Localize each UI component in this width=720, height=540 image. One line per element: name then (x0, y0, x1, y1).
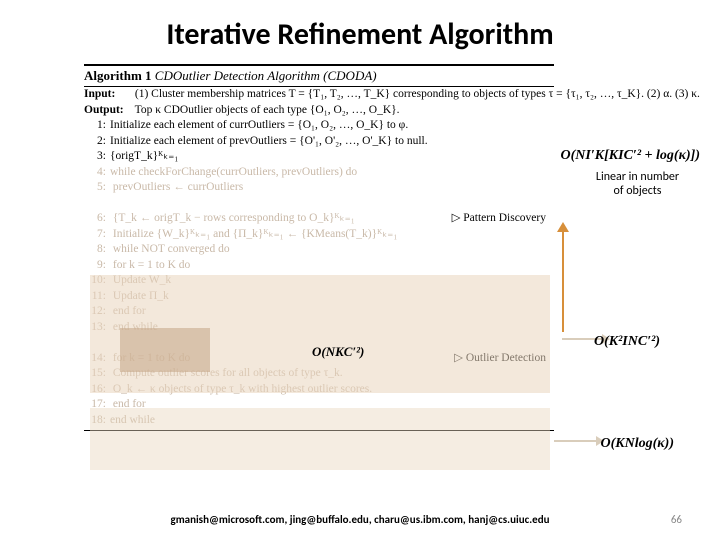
line-text: for k = 1 to K do (110, 352, 190, 364)
line-text: Initialize {W_k}ᴷₖ₌₁ and {Π_k}ᴷₖ₌₁ ← {KM… (110, 228, 397, 240)
algorithm-name: CDOutlier Detection Algorithm (CDODA) (152, 68, 377, 83)
line-number: 14: (84, 351, 106, 367)
line-text: for k = 1 to K do (110, 259, 190, 271)
line-number: 16: (84, 382, 106, 398)
line-side-comment: ▷ Outlier Detection (454, 351, 546, 367)
line-number: 5: (84, 180, 106, 196)
algo-line: 13: end while (84, 320, 554, 336)
complexity-inner: O(NKC′²) (312, 344, 364, 360)
algorithm-header: Algorithm 1 CDOutlier Detection Algorith… (84, 66, 554, 86)
algo-line: 5: prevOutliers ← currOutliers (84, 180, 554, 196)
output-line: Output: Top κ CDOutlier objects of each … (84, 103, 554, 119)
line-text: prevOutliers ← currOutliers (110, 181, 243, 193)
footer-emails: gmanish@microsoft.com, jing@buffalo.edu,… (0, 513, 720, 526)
line-number: 3: (84, 149, 106, 165)
line-text: {T_k ← origT_k − rows corresponding to O… (110, 212, 355, 224)
line-text: {origT_k}ᴷₖ₌₁ (110, 150, 178, 162)
algo-line: 10: Update W_k (84, 273, 554, 289)
complexity-pattern: O(K²INC′²) (594, 334, 660, 350)
line-number: 13: (84, 320, 106, 336)
algorithm-number: Algorithm 1 (84, 68, 152, 83)
line-text: end for (110, 305, 146, 317)
complexity-outlier: O(KNlog(κ)) (600, 436, 674, 452)
algo-line: 9: for k = 1 to K do (84, 258, 554, 274)
line-number: 1: (84, 118, 106, 134)
input-line: Input: (1) Cluster membership matrices T… (84, 87, 554, 103)
algo-line: 3: {origT_k}ᴷₖ₌₁ (84, 149, 554, 165)
line-number: 10: (84, 273, 106, 289)
algo-line: 2: Initialize each element of prevOutlier… (84, 134, 554, 150)
line-text: Update Π_k (110, 290, 169, 302)
algorithm-box: Algorithm 1 CDOutlier Detection Algorith… (84, 64, 554, 431)
line-number: 7: (84, 227, 106, 243)
line-number: 12: (84, 304, 106, 320)
line-number: 8: (84, 242, 106, 258)
output-text: Top κ CDOutlier objects of each type {O₁… (132, 104, 400, 116)
algo-line: 16: O_k ← κ objects of type τ_k with hig… (84, 382, 554, 398)
line-number: 15: (84, 366, 106, 382)
arrow-up-icon (562, 232, 564, 332)
algo-line (84, 196, 554, 212)
line-text: end for (110, 398, 146, 410)
input-label: Input: (84, 87, 132, 103)
rule-bot (84, 430, 554, 431)
algorithm-body: Input: (1) Cluster membership matrices T… (84, 87, 554, 428)
complexity-total: O(NI′K[KIC′² + log(κ)]) (561, 148, 700, 164)
line-text: Update W_k (110, 274, 171, 286)
complexity-linear-note: Linear in number of objects (595, 170, 680, 199)
page-number: 66 (671, 513, 682, 526)
line-number: 2: (84, 134, 106, 150)
output-label: Output: (84, 103, 132, 119)
algo-line: 4: while checkForChange(currOutliers, pre… (84, 165, 554, 181)
line-text: O_k ← κ objects of type τ_k with highest… (110, 383, 372, 395)
arrow-right-bot-icon (554, 440, 596, 442)
algo-line: 15: Compute outlier scores for all objec… (84, 366, 554, 382)
line-number: 18: (84, 413, 106, 429)
algo-line: 1: Initialize each element of currOutlier… (84, 118, 554, 134)
line-text: end while (110, 414, 155, 426)
algo-line: 6: {T_k ← origT_k − rows corresponding t… (84, 211, 554, 227)
line-number: 4: (84, 165, 106, 181)
algo-line: 18: end while (84, 413, 554, 429)
line-number: 11: (84, 289, 106, 305)
algo-line: 11: Update Π_k (84, 289, 554, 305)
line-text: Compute outlier scores for all objects o… (110, 367, 343, 379)
slide-title: Iterative Refinement Algorithm (0, 0, 720, 59)
line-number: 9: (84, 258, 106, 274)
algo-line: 8: while NOT converged do (84, 242, 554, 258)
input-text: (1) Cluster membership matrices T = {T₁,… (132, 88, 700, 100)
algo-line: 7: Initialize {W_k}ᴷₖ₌₁ and {Π_k}ᴷₖ₌₁ ← … (84, 227, 554, 243)
line-text: while checkForChange(currOutliers, prevO… (110, 166, 357, 178)
line-text: Initialize each element of currOutliers … (110, 119, 408, 131)
algo-line: 17: end for (84, 397, 554, 413)
line-text: end while (110, 321, 158, 333)
line-text: Initialize each element of prevOutliers … (110, 135, 428, 147)
line-side-comment: ▷ Pattern Discovery (452, 211, 546, 227)
algo-line: 12: end for (84, 304, 554, 320)
line-text: while NOT converged do (110, 243, 230, 255)
line-number: 17: (84, 397, 106, 413)
line-number: 6: (84, 211, 106, 227)
